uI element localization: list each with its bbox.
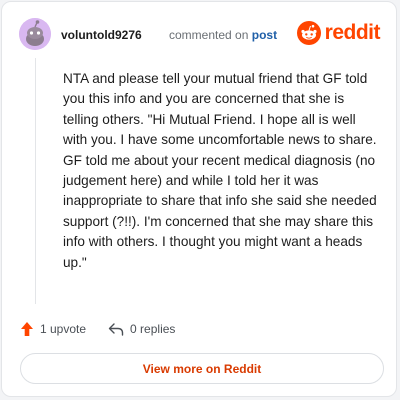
replies-count: 0 replies xyxy=(130,322,176,336)
comment-meta: commented on post xyxy=(169,28,277,42)
comment-header: voluntold9276 commented on post reddit xyxy=(19,18,381,52)
snoo-avatar-icon xyxy=(19,18,51,50)
reply-arrow-icon xyxy=(108,323,124,336)
avatar[interactable] xyxy=(19,18,51,50)
comment-body: NTA and please tell your mutual friend t… xyxy=(63,71,377,270)
reddit-logo[interactable]: reddit xyxy=(296,19,381,47)
comment-actions: 1 upvote 0 replies xyxy=(20,319,175,339)
meta-text: commented on xyxy=(169,28,249,42)
upvote-arrow-icon xyxy=(21,322,33,336)
upvote-count: 1 upvote xyxy=(40,322,87,336)
username[interactable]: voluntold9276 xyxy=(61,28,142,42)
comment-embed-card: voluntold9276 commented on post reddit N… xyxy=(1,1,397,397)
reddit-logo-icon xyxy=(296,21,321,45)
replies-button[interactable]: 0 replies xyxy=(108,322,175,336)
post-link[interactable]: post xyxy=(252,28,277,42)
thread-line xyxy=(35,58,36,304)
view-more-button[interactable]: View more on Reddit xyxy=(20,353,384,384)
brand-name: reddit xyxy=(324,21,381,44)
upvote-button[interactable]: 1 upvote xyxy=(20,321,86,337)
